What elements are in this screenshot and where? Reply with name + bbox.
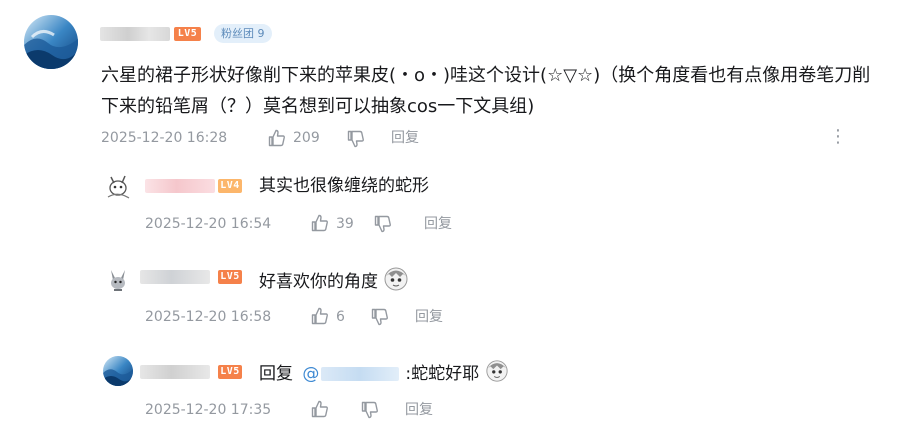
like-count: 209 xyxy=(293,130,320,146)
reply-button[interactable]: 回复 xyxy=(415,308,443,326)
level-badge: LV4 xyxy=(218,179,242,193)
reply-time: 2025-12-20 16:58 xyxy=(145,309,272,325)
reply-prefix: 回复 xyxy=(259,364,293,384)
reply-button[interactable]: 回复 xyxy=(405,401,433,419)
chibi-sticker-icon xyxy=(485,359,509,389)
level-badge: LV5 xyxy=(218,365,242,379)
reply-time: 2025-12-20 16:54 xyxy=(145,216,272,232)
main-comment-username[interactable] xyxy=(100,27,170,41)
reply-text: 其实也很像缠绕的蛇形 xyxy=(259,176,429,196)
reply-button[interactable]: 回复 xyxy=(391,129,419,147)
reply-avatar[interactable] xyxy=(103,171,133,201)
like-count: 39 xyxy=(336,216,354,232)
thumbs-down-icon[interactable] xyxy=(360,400,380,424)
mention-username-blur xyxy=(321,367,400,381)
reply-button[interactable]: 回复 xyxy=(424,215,452,233)
thumbs-down-icon[interactable] xyxy=(370,307,390,331)
main-comment-time: 2025-12-20 16:28 xyxy=(101,130,228,146)
reply-time: 2025-12-20 17:35 xyxy=(145,402,272,418)
chibi-sticker-icon xyxy=(383,266,409,298)
reply-text: 好喜欢你的角度 xyxy=(259,266,409,298)
mention-link[interactable]: @ xyxy=(302,364,400,384)
more-options-icon[interactable]: ⋮ xyxy=(829,128,847,146)
thumbs-down-icon[interactable] xyxy=(373,214,393,238)
reply-username[interactable] xyxy=(145,179,215,193)
mention-at: @ xyxy=(302,364,320,384)
thumbs-up-icon[interactable] xyxy=(310,213,330,237)
thumbs-up-icon[interactable] xyxy=(310,306,330,330)
thumbs-up-icon[interactable] xyxy=(310,399,330,423)
reply-text: 回复 @ :蛇蛇好耶 xyxy=(259,359,509,389)
thumbs-up-icon[interactable] xyxy=(267,128,287,152)
main-comment-avatar[interactable] xyxy=(24,15,78,69)
reply-avatar[interactable] xyxy=(103,264,133,294)
reply-username[interactable] xyxy=(140,365,210,379)
reply-username[interactable] xyxy=(140,270,210,284)
fan-group-badge[interactable]: 粉丝团 9 xyxy=(214,24,272,43)
reply-text-content: 好喜欢你的角度 xyxy=(259,272,378,292)
level-badge: LV5 xyxy=(174,27,201,41)
reply-avatar[interactable] xyxy=(103,356,133,386)
thumbs-down-icon[interactable] xyxy=(346,129,366,153)
like-count: 6 xyxy=(336,309,345,325)
main-comment-text: 六星的裙子形状好像削下来的苹果皮(・o・)哇这个设计(☆▽☆)（换个角度看也有点… xyxy=(101,65,871,117)
level-badge: LV5 xyxy=(218,270,242,284)
reply-text-content: :蛇蛇好耶 xyxy=(405,364,480,384)
